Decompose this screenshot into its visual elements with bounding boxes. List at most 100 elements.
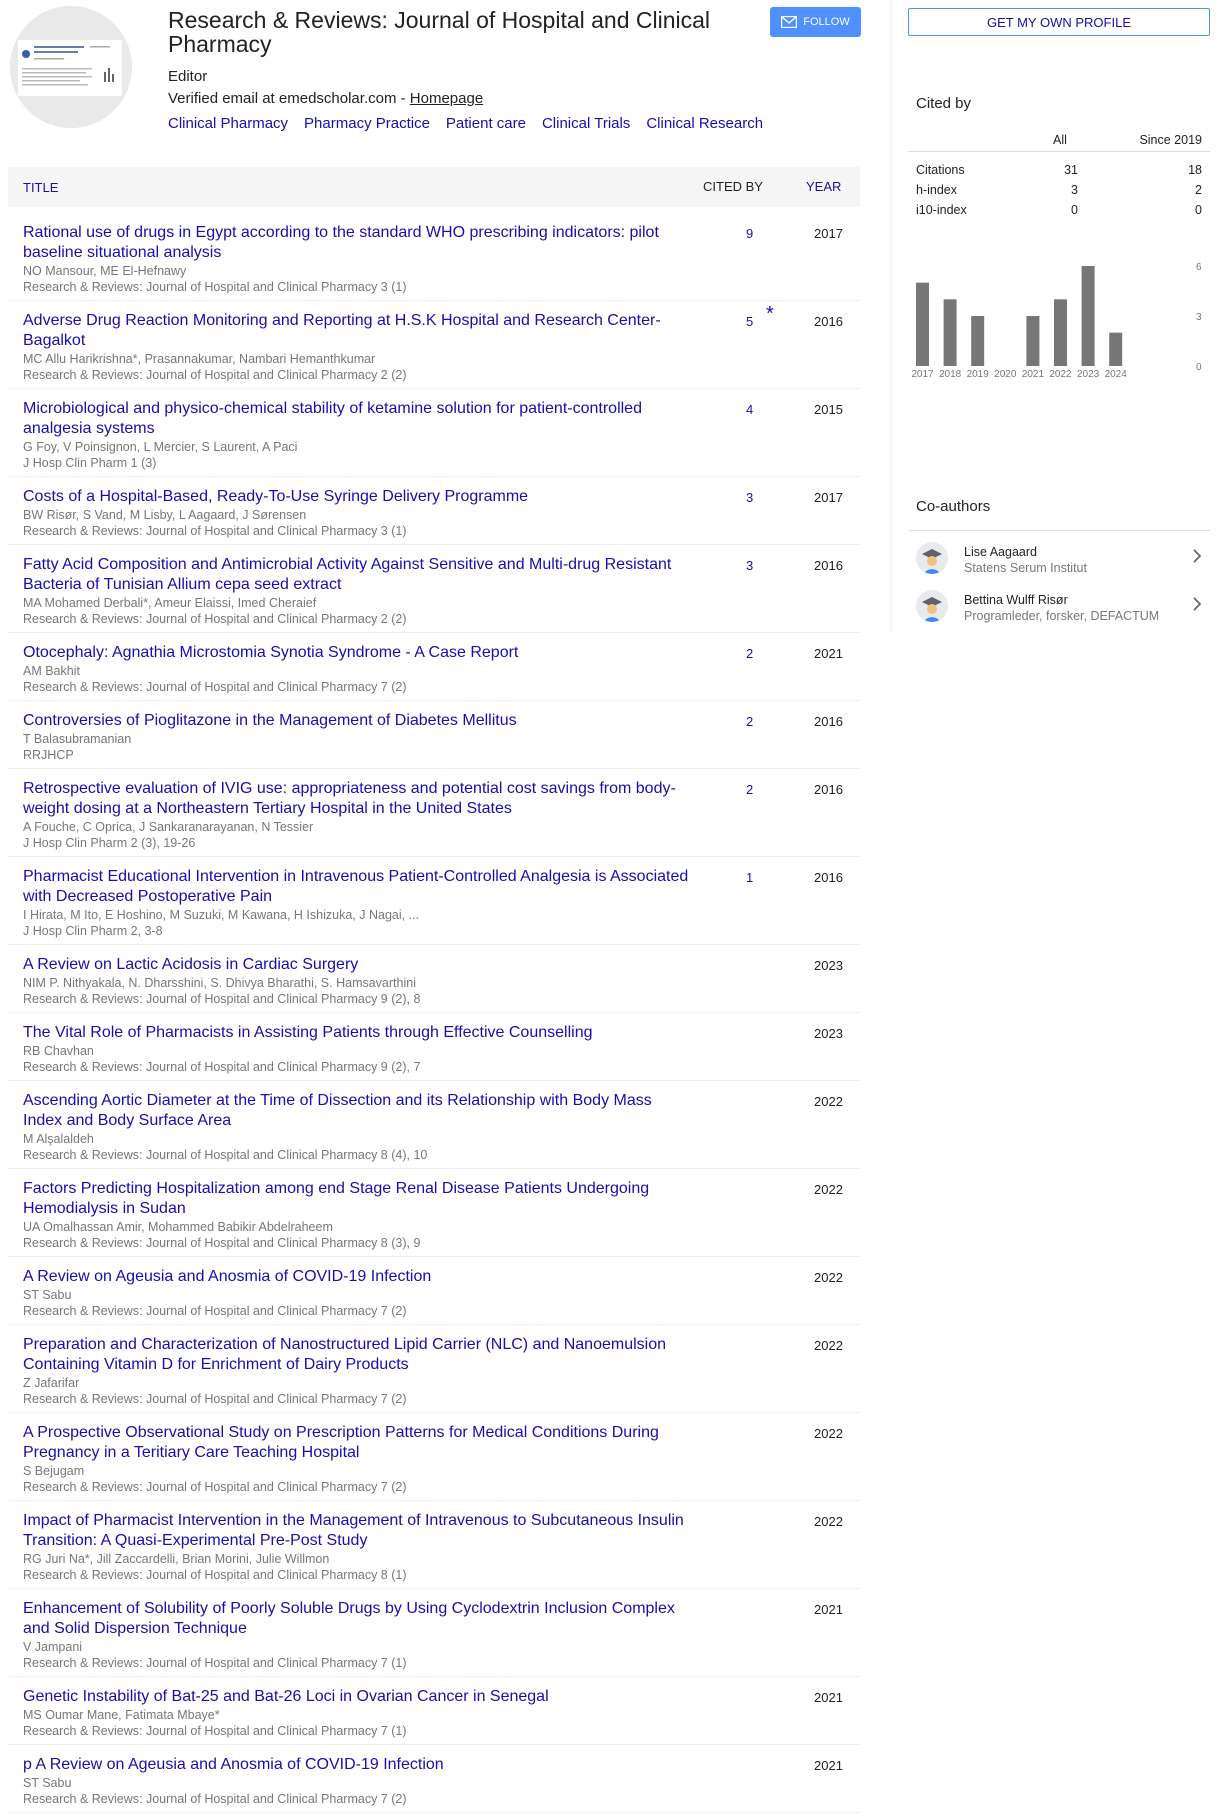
article-venue: Research & Reviews: Journal of Hospital …	[23, 1304, 407, 1318]
article-row: Adverse Drug Reaction Monitoring and Rep…	[8, 301, 860, 389]
coauthor-item[interactable]: Lise Aagaard Statens Serum Institut	[908, 531, 1210, 579]
article-authors: Z Jafarifar	[23, 1376, 80, 1390]
article-row: Genetic Instability of Bat-25 and Bat-26…	[8, 1677, 860, 1745]
article-year: 2016	[814, 714, 843, 729]
coauthors-heading: Co-authors	[916, 498, 991, 515]
article-title-link[interactable]: The Vital Role of Pharmacists in Assisti…	[23, 1023, 693, 1043]
chevron-right-icon[interactable]	[1192, 597, 1202, 611]
article-title-link[interactable]: Ascending Aortic Diameter at the Time of…	[23, 1091, 693, 1131]
article-title-link[interactable]: Microbiological and physico-chemical sta…	[23, 399, 693, 439]
article-title-link[interactable]: Fatty Acid Composition and Antimicrobial…	[23, 555, 693, 595]
article-venue: J Hosp Clin Pharm 2 (3), 19-26	[23, 836, 196, 850]
chart-x-tick-label: 2017	[911, 369, 934, 380]
interest-link[interactable]: Clinical Research	[646, 115, 763, 132]
chart-y-tick-label: 3	[1196, 312, 1202, 323]
article-title-link[interactable]: Adverse Drug Reaction Monitoring and Rep…	[23, 311, 693, 351]
interest-link[interactable]: Patient care	[446, 115, 526, 132]
cited-by-count[interactable]: 3	[746, 558, 753, 573]
chart-bar[interactable]	[1109, 332, 1123, 366]
chart-bar[interactable]	[1081, 266, 1095, 366]
article-venue: Research & Reviews: Journal of Hospital …	[23, 1236, 421, 1250]
interest-link[interactable]: Clinical Trials	[542, 115, 630, 132]
article-venue: Research & Reviews: Journal of Hospital …	[23, 1392, 407, 1406]
article-venue: Research & Reviews: Journal of Hospital …	[23, 368, 407, 382]
stats-row-h-index: h-index 3 2	[908, 179, 1210, 199]
article-title-link[interactable]: Controversies of Pioglitazone in the Man…	[23, 711, 693, 731]
article-row: Retrospective evaluation of IVIG use: ap…	[8, 769, 860, 857]
sort-by-year[interactable]: YEAR	[806, 179, 841, 194]
article-title-link[interactable]: Enhancement of Solubility of Poorly Solu…	[23, 1599, 693, 1639]
get-own-profile-button[interactable]: GET MY OWN PROFILE	[908, 8, 1210, 36]
article-venue: Research & Reviews: Journal of Hospital …	[23, 680, 407, 694]
article-year: 2016	[814, 870, 843, 885]
article-row: Controversies of Pioglitazone in the Man…	[8, 701, 860, 769]
coauthor-affiliation: Programleder, forsker, DEFACTUM	[964, 609, 1160, 623]
article-venue: Research & Reviews: Journal of Hospital …	[23, 1724, 407, 1738]
article-venue: Research & Reviews: Journal of Hospital …	[23, 1656, 407, 1670]
cited-by-count[interactable]: 2	[746, 646, 753, 661]
chart-bar[interactable]	[1054, 299, 1067, 366]
homepage-link[interactable]: Homepage	[410, 90, 483, 107]
article-year: 2021	[814, 1690, 843, 1705]
article-title-link[interactable]: Retrospective evaluation of IVIG use: ap…	[23, 779, 693, 819]
coauthor-item[interactable]: Bettina Wulff Risør Programleder, forske…	[908, 579, 1210, 627]
article-title-link[interactable]: Impact of Pharmacist Intervention in the…	[23, 1511, 693, 1551]
article-year: 2022	[814, 1426, 843, 1441]
article-year: 2021	[814, 1602, 843, 1617]
stats-row-citations: Citations 31 18	[908, 159, 1210, 179]
article-title-link[interactable]: Costs of a Hospital-Based, Ready-To-Use …	[23, 487, 693, 507]
article-authors: AM Bakhit	[23, 664, 80, 678]
article-title-link[interactable]: A Prospective Observational Study on Pre…	[23, 1423, 693, 1463]
article-title-link[interactable]: A Review on Lactic Acidosis in Cardiac S…	[23, 955, 693, 975]
article-title-link[interactable]: p A Review on Ageusia and Anosmia of COV…	[23, 1755, 693, 1775]
sort-by-title[interactable]: TITLE	[23, 180, 58, 195]
article-title-link[interactable]: Pharmacist Educational Intervention in I…	[23, 867, 693, 907]
article-row: Rational use of drugs in Egypt according…	[8, 213, 860, 301]
article-authors: I Hirata, M Ito, E Hoshino, M Suzuki, M …	[23, 908, 419, 922]
article-year: 2023	[814, 1026, 843, 1041]
cited-by-count[interactable]: 2	[746, 714, 753, 729]
citations-per-year-chart: 2017 2018 2019 2020 2021 2022 2023 2024 6 3 0	[911, 262, 1202, 380]
graduation-avatar-icon	[916, 542, 948, 574]
profile-affiliation: Editor	[168, 68, 208, 85]
sort-by-cited[interactable]: CITED BY	[703, 179, 763, 194]
article-authors: BW Risør, S Vand, M Lisby, L Aagaard, J …	[23, 508, 307, 522]
article-title-link[interactable]: Otocephaly: Agnathia Microstomia Synotia…	[23, 643, 693, 663]
chart-bar[interactable]	[1026, 316, 1040, 366]
article-title-link[interactable]: Rational use of drugs in Egypt according…	[23, 223, 693, 263]
cited-by-count[interactable]: 2	[746, 782, 753, 797]
cited-by-count[interactable]: 1	[746, 870, 753, 885]
article-year: 2023	[814, 958, 843, 973]
article-authors: V Jampani	[23, 1640, 83, 1654]
cited-by-count[interactable]: 9	[746, 226, 753, 241]
article-authors: T Balasubramanian	[23, 732, 132, 746]
chevron-right-icon[interactable]	[1192, 549, 1202, 563]
chart-bar[interactable]	[916, 282, 929, 366]
article-title-link[interactable]: A Review on Ageusia and Anosmia of COVID…	[23, 1267, 693, 1287]
chart-y-tick-label: 6	[1196, 262, 1202, 273]
chart-bar[interactable]	[943, 299, 957, 366]
chart-x-tick-label: 2020	[994, 369, 1017, 380]
profile-avatar	[10, 6, 132, 128]
article-title-link[interactable]: Preparation and Characterization of Nano…	[23, 1335, 693, 1375]
article-row: p A Review on Ageusia and Anosmia of COV…	[8, 1745, 860, 1813]
coauthors-list: Lise Aagaard Statens Serum Institut Bett…	[908, 530, 1210, 627]
interest-link[interactable]: Pharmacy Practice	[304, 115, 430, 132]
interest-link[interactable]: Clinical Pharmacy	[168, 115, 288, 132]
chart-bar[interactable]	[971, 316, 985, 366]
article-title-link[interactable]: Genetic Instability of Bat-25 and Bat-26…	[23, 1687, 693, 1707]
chart-x-tick-label: 2022	[1049, 369, 1072, 380]
article-row: A Review on Lactic Acidosis in Cardiac S…	[8, 945, 860, 1013]
article-venue: Research & Reviews: Journal of Hospital …	[23, 1480, 407, 1494]
article-venue: Research & Reviews: Journal of Hospital …	[23, 280, 407, 294]
article-year: 2022	[814, 1094, 843, 1109]
cited-by-count[interactable]: 3	[746, 490, 753, 505]
citation-stats-table: All Since 2019 Citations 31 18 h-index 3…	[908, 124, 1210, 219]
article-row: Fatty Acid Composition and Antimicrobial…	[8, 545, 860, 633]
cited-by-count[interactable]: 4	[746, 402, 753, 417]
article-title-link[interactable]: Factors Predicting Hospitalization among…	[23, 1179, 693, 1219]
follow-button[interactable]: FOLLOW	[770, 7, 861, 37]
cited-by-count[interactable]: 5	[746, 314, 753, 329]
chart-x-tick-label: 2018	[939, 369, 962, 380]
research-interests: Clinical Pharmacy Pharmacy Practice Pati…	[168, 115, 768, 132]
